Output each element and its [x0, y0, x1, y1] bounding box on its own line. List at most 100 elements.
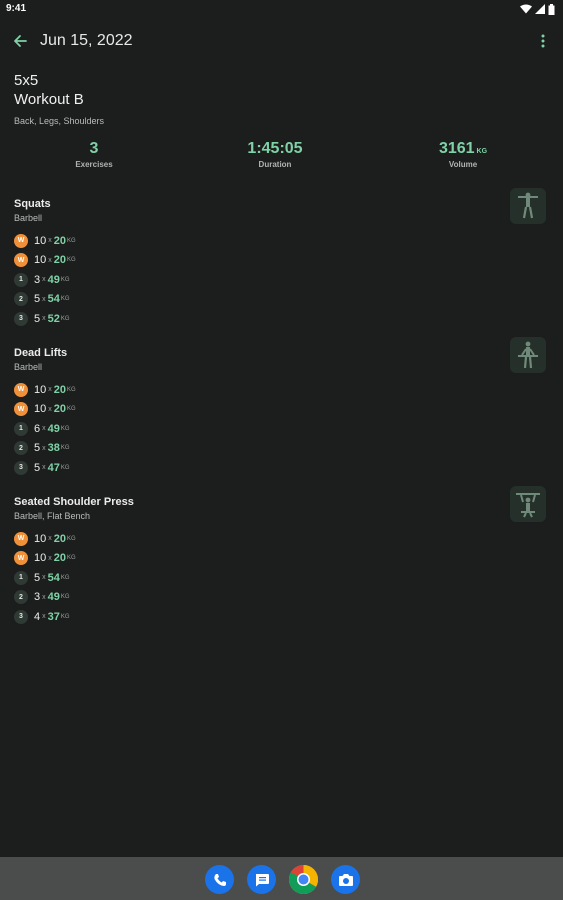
set-row: 2 5 x 54 KG: [14, 290, 554, 310]
set-weight-unit: KG: [60, 613, 70, 620]
set-number-badge: 3: [14, 311, 28, 326]
exercise-equipment: Barbell: [14, 362, 43, 372]
stat-duration-value: 1:45:05: [247, 140, 303, 157]
warmup-set-badge: W: [14, 551, 28, 566]
set-weight-unit: KG: [67, 237, 76, 244]
stat-volume-unit: KG: [476, 148, 488, 155]
signal-icon: [535, 4, 545, 14]
dock-apps: [205, 865, 360, 894]
overflow-menu-button[interactable]: [533, 29, 553, 53]
set-reps: 5: [34, 293, 41, 306]
set-weight: 37: [47, 610, 60, 623]
phone-app-icon[interactable]: [205, 865, 234, 894]
set-weight-unit: KG: [60, 464, 70, 471]
muscle-groups: Back, Legs, Shoulders: [14, 116, 105, 126]
set-reps: 4: [34, 610, 41, 623]
set-row: 3 4 x 37 KG: [14, 607, 554, 627]
exercise-equipment: Barbell: [14, 213, 43, 223]
camera-app-icon[interactable]: [331, 865, 360, 894]
phone-icon: [213, 873, 226, 886]
routine-name: 5x5: [14, 72, 39, 89]
chrome-app-icon[interactable]: [289, 865, 318, 894]
stat-duration: 1:45:05 Duration: [215, 140, 335, 169]
set-row: 1 3 x 49 KG: [14, 270, 554, 290]
set-row: W 10 x 20 KG: [14, 231, 554, 251]
set-weight-unit: KG: [60, 574, 70, 581]
set-separator: x: [48, 535, 52, 543]
set-weight: 38: [47, 442, 60, 455]
exercise-name: Dead Lifts: [14, 347, 68, 359]
set-row: 1 6 x 49 KG: [14, 419, 554, 439]
set-number-badge: 1: [14, 421, 28, 436]
stat-volume-value: 3161: [438, 140, 475, 157]
set-weight: 20: [53, 234, 66, 247]
stat-exercises-label: Exercises: [75, 160, 113, 169]
set-weight: 54: [47, 293, 60, 306]
set-weight-unit: KG: [60, 425, 70, 432]
exercise-equipment: Barbell, Flat Bench: [14, 511, 91, 521]
stat-volume-label: Volume: [448, 160, 478, 169]
page-title: Jun 15, 2022: [40, 32, 133, 49]
messages-app-icon[interactable]: [247, 865, 276, 894]
battery-icon: [548, 3, 555, 15]
set-weight: 20: [53, 552, 66, 565]
exercise-thumbnail[interactable]: [510, 188, 546, 224]
back-button[interactable]: [8, 29, 32, 53]
set-weight: 47: [47, 461, 60, 474]
set-row: 3 5 x 52 KG: [14, 309, 554, 329]
set-reps: 5: [34, 461, 41, 474]
set-separator: x: [42, 315, 46, 323]
set-separator: x: [42, 295, 46, 303]
status-time: 9:41: [6, 3, 27, 14]
set-weight-unit: KG: [60, 445, 70, 452]
exercise-card[interactable]: Seated Shoulder Press Barbell, Flat Benc…: [14, 486, 554, 627]
warmup-set-badge: W: [14, 233, 28, 248]
set-weight-unit: KG: [67, 535, 76, 542]
set-row: 2 5 x 38 KG: [14, 439, 554, 459]
set-row: 3 5 x 47 KG: [14, 458, 554, 478]
set-row: W 10 x 20 KG: [14, 529, 554, 549]
exercise-thumbnail[interactable]: [510, 337, 546, 373]
set-separator: x: [48, 386, 52, 394]
set-weight: 20: [53, 403, 66, 416]
camera-icon: [338, 873, 353, 886]
shoulder-press-figure-icon: [516, 493, 540, 518]
set-weight: 54: [47, 571, 60, 584]
exercise-card[interactable]: Squats Barbell W 10 x 20 KG W 10 x 20 KG…: [14, 188, 554, 329]
set-list: W 10 x 20 KG W 10 x 20 KG 1 5 x 54 KG 2 …: [14, 529, 554, 627]
warmup-set-badge: W: [14, 402, 28, 417]
set-reps: 5: [34, 571, 41, 584]
warmup-set-badge: W: [14, 382, 28, 397]
set-number-badge: 3: [14, 609, 28, 624]
set-reps: 3: [34, 273, 41, 286]
set-list: W 10 x 20 KG W 10 x 20 KG 1 6 x 49 KG 2 …: [14, 380, 554, 478]
exercise-card[interactable]: Dead Lifts Barbell W 10 x 20 KG W 10 x 2…: [14, 337, 554, 478]
set-separator: x: [42, 444, 46, 452]
stat-exercises: 3 Exercises: [34, 140, 154, 169]
set-separator: x: [48, 405, 52, 413]
set-weight: 52: [47, 312, 60, 325]
stat-duration-label: Duration: [258, 160, 292, 169]
squat-figure-icon: [518, 192, 538, 219]
warmup-set-badge: W: [14, 253, 28, 268]
set-reps: 5: [34, 442, 41, 455]
stat-exercises-value: 3: [89, 140, 99, 157]
set-row: 1 5 x 54 KG: [14, 568, 554, 588]
set-weight: 20: [53, 532, 66, 545]
set-separator: x: [48, 554, 52, 562]
set-number-badge: 3: [14, 460, 28, 475]
set-weight: 49: [47, 591, 60, 604]
set-row: 2 3 x 49 KG: [14, 588, 554, 608]
set-row: W 10 x 20 KG: [14, 380, 554, 400]
set-weight: 20: [53, 383, 66, 396]
set-weight-unit: KG: [67, 386, 76, 393]
set-weight-unit: KG: [67, 406, 76, 413]
exercise-name: Seated Shoulder Press: [14, 496, 134, 508]
exercise-thumbnail[interactable]: [510, 486, 546, 522]
set-weight-unit: KG: [60, 315, 70, 322]
app-bar: Jun 15, 2022: [0, 22, 563, 62]
set-number-badge: 2: [14, 292, 28, 307]
set-weight-unit: KG: [67, 257, 76, 264]
set-list: W 10 x 20 KG W 10 x 20 KG 1 3 x 49 KG 2 …: [14, 231, 554, 329]
wifi-icon: [520, 4, 532, 14]
